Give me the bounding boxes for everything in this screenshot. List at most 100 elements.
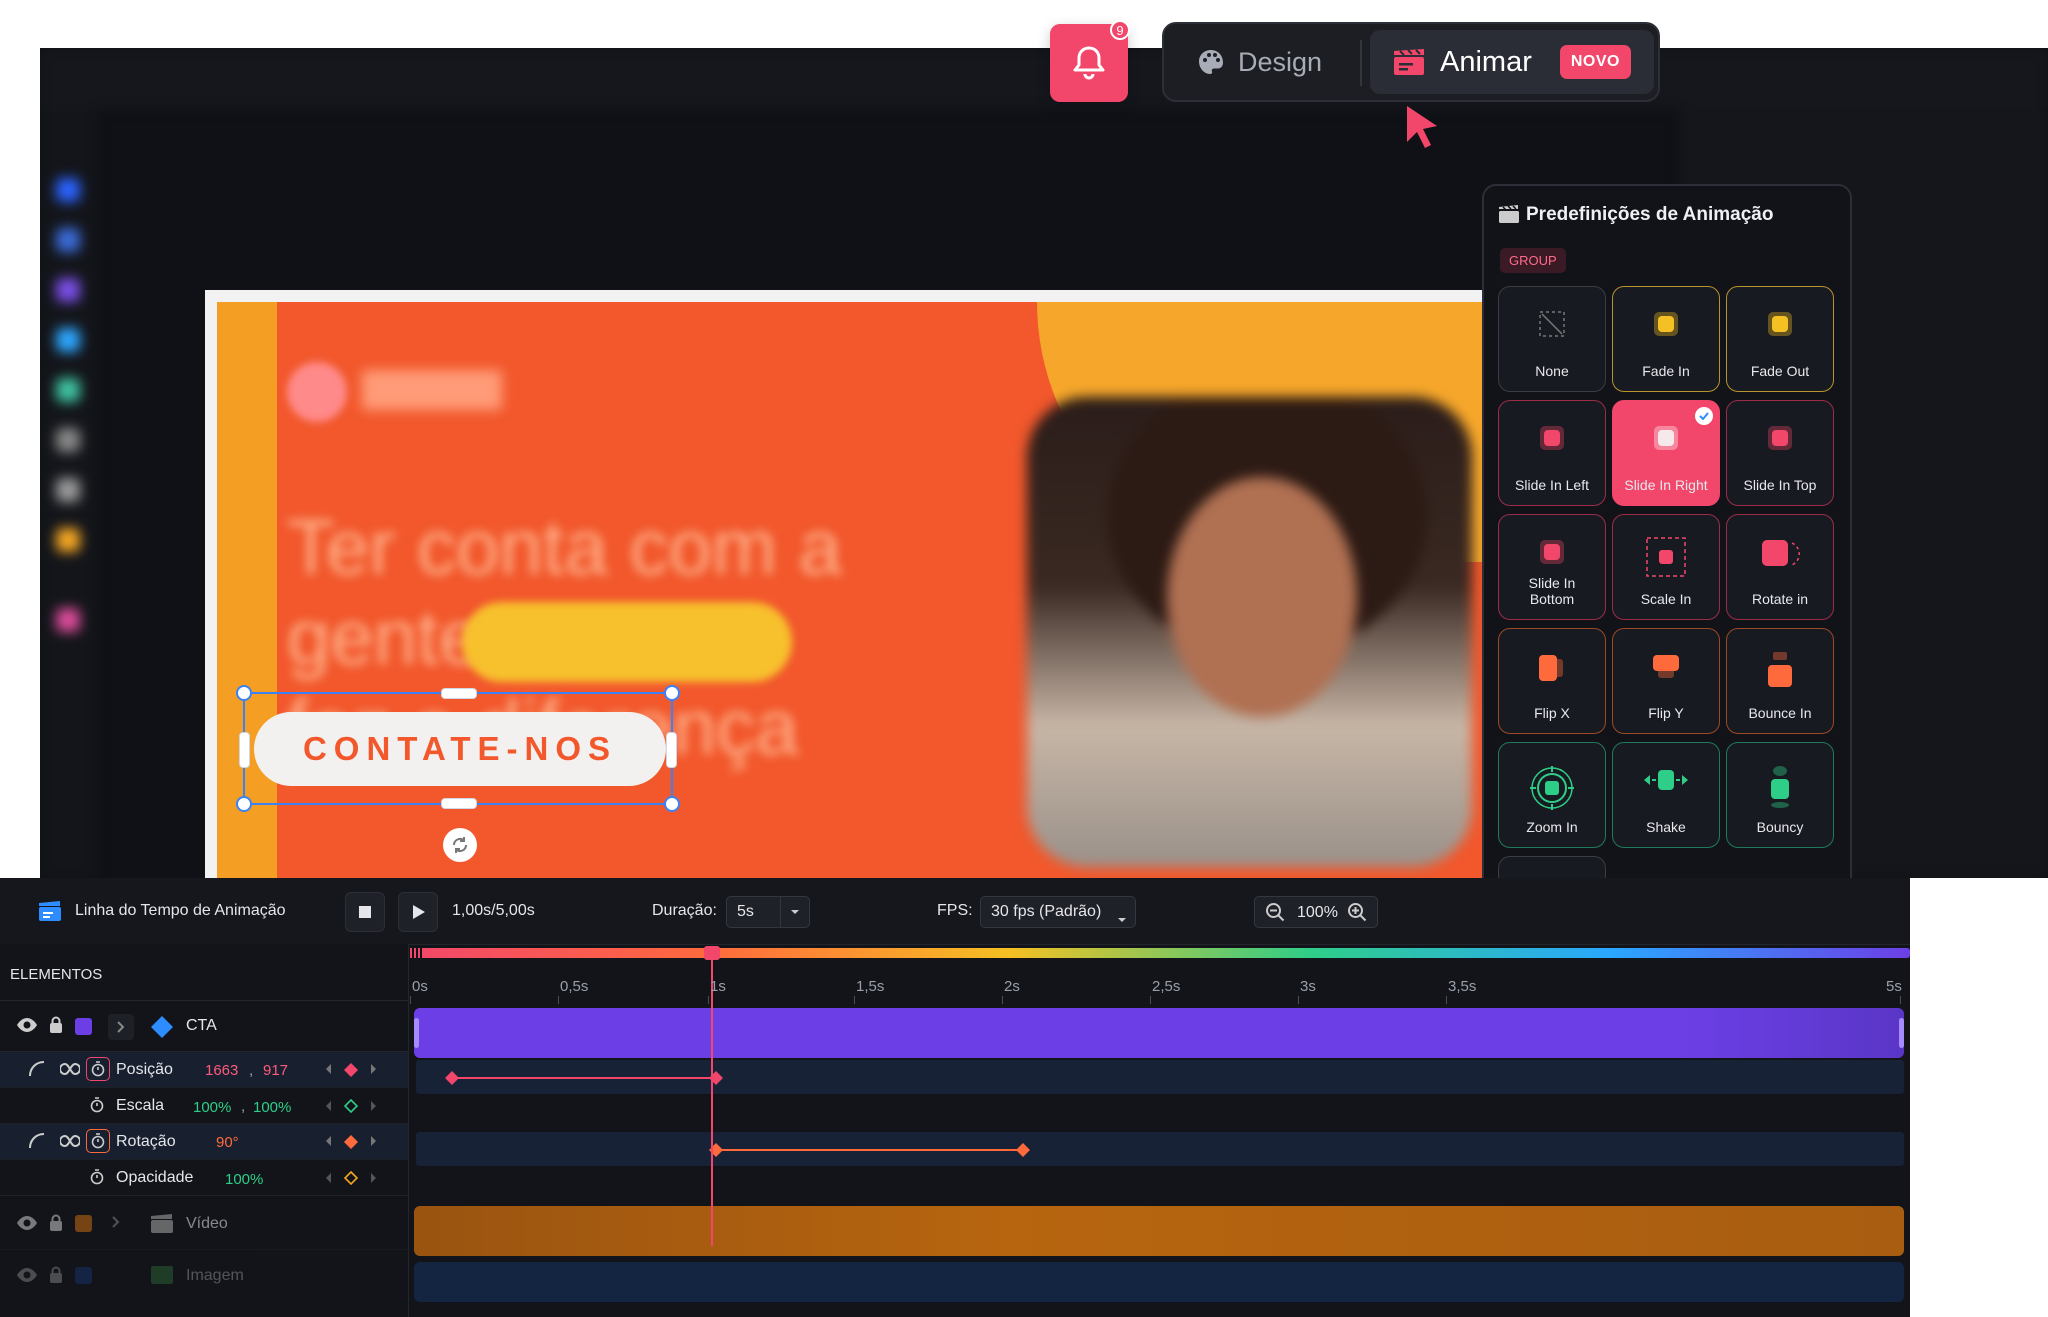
ruler-label: 2,5s [1152, 978, 1181, 995]
keyframe-diamond-icon[interactable] [344, 1063, 358, 1077]
stopwatch-icon[interactable] [86, 1129, 110, 1153]
ruler-tick [1900, 996, 1901, 1004]
novo-badge: NOVO [1559, 45, 1631, 79]
preset-flip-x[interactable]: Flip X [1498, 628, 1606, 734]
resize-handle-top-right[interactable] [664, 685, 680, 701]
resize-handle-bottom-right[interactable] [664, 796, 680, 812]
layer-row-video[interactable]: Vídeo [0, 1196, 408, 1250]
preset-slide-in-bottom[interactable]: Slide In Bottom [1498, 514, 1606, 620]
next-keyframe-icon[interactable] [371, 1136, 377, 1146]
layer-color-swatch[interactable] [75, 1215, 92, 1232]
eye-icon[interactable] [16, 1017, 38, 1033]
property-row-opacidade[interactable]: Opacidade 100% [0, 1160, 408, 1196]
preset-fade-out[interactable]: Fade Out [1726, 286, 1834, 392]
escala-x-value[interactable]: 100% [193, 1099, 231, 1116]
rotate-handle[interactable] [443, 828, 477, 862]
prev-keyframe-icon[interactable] [326, 1101, 332, 1111]
prev-keyframe-icon[interactable] [326, 1173, 332, 1183]
duration-select[interactable]: 5s [726, 896, 810, 928]
next-keyframe-icon[interactable] [371, 1101, 377, 1111]
preset-fade-in[interactable]: Fade In [1612, 286, 1720, 392]
property-row-rotacao[interactable]: Rotação 90° [0, 1124, 408, 1160]
keyframe-diamond-icon[interactable] [344, 1135, 358, 1149]
preset-slide-in-left[interactable]: Slide In Left [1498, 400, 1606, 506]
easing-curve-icon[interactable] [28, 1132, 46, 1150]
layer-row-cta[interactable]: CTA [0, 1002, 408, 1052]
stopwatch-icon[interactable] [90, 1097, 104, 1113]
chevron-right-icon[interactable] [108, 1014, 134, 1040]
eye-icon[interactable] [16, 1215, 38, 1231]
layer-color-swatch[interactable] [75, 1018, 92, 1035]
scale-in-icon [1646, 537, 1686, 582]
keyframe-rotacao-2 [1016, 1143, 1030, 1157]
preset-bounce-in[interactable]: Bounce In [1726, 628, 1834, 734]
easing-curve-icon[interactable] [28, 1060, 46, 1078]
stopwatch-icon[interactable] [86, 1057, 110, 1081]
preset-label: Shake [1646, 819, 1686, 835]
preset-zoom-in[interactable]: Zoom In [1498, 742, 1606, 848]
preset-slide-in-right[interactable]: Slide In Right [1612, 400, 1720, 506]
zoom-in-icon[interactable] [1347, 902, 1367, 927]
opacidade-value[interactable]: 100% [225, 1171, 263, 1188]
resize-handle-bottom-left[interactable] [236, 796, 252, 812]
preset-label: Flip Y [1648, 705, 1684, 721]
preset-flip-y[interactable]: Flip Y [1612, 628, 1720, 734]
tab-animar[interactable]: Animar NOVO [1370, 30, 1654, 94]
track-bar-imagem[interactable] [414, 1262, 1904, 1302]
selection-box[interactable] [236, 685, 680, 812]
prev-keyframe-icon[interactable] [326, 1136, 332, 1146]
shake-icon [1641, 765, 1691, 800]
preset-rotate-in[interactable]: Rotate in [1726, 514, 1834, 620]
preset-slide-in-top[interactable]: Slide In Top [1726, 400, 1834, 506]
fps-label: FPS: [937, 902, 973, 919]
preset-none[interactable]: None [1498, 286, 1606, 392]
escala-y-value[interactable]: 100% [253, 1099, 291, 1116]
eye-icon[interactable] [16, 1267, 38, 1283]
stop-button[interactable] [345, 892, 385, 932]
track-bar-video[interactable] [414, 1206, 1904, 1256]
clapperboard-icon [1498, 204, 1520, 229]
resize-handle-top-left[interactable] [236, 685, 252, 701]
image-icon [150, 1265, 174, 1285]
loop-icon[interactable] [60, 1062, 80, 1076]
stopwatch-icon[interactable] [90, 1169, 104, 1185]
preset-scale-in[interactable]: Scale In [1612, 514, 1720, 620]
layer-color-swatch[interactable] [75, 1267, 92, 1284]
property-row-posicao[interactable]: Posição 1663 , 917 [0, 1052, 408, 1088]
slide-right-icon [1651, 423, 1681, 458]
chevron-right-icon[interactable] [112, 1216, 120, 1228]
ruler-label: 0s [412, 978, 428, 995]
keyframe-diamond-empty-icon[interactable] [344, 1099, 358, 1113]
resize-handle-bottom[interactable] [441, 798, 477, 809]
zoom-out-icon[interactable] [1265, 902, 1285, 927]
posicao-y-value[interactable]: 917 [263, 1062, 288, 1079]
layer-row-imagem[interactable]: Imagem [0, 1250, 408, 1300]
timeline-title: Linha do Tempo de Animação [75, 902, 286, 919]
resize-handle-top[interactable] [441, 688, 477, 699]
preset-label: Slide In Top [1743, 477, 1817, 493]
fps-select[interactable]: 30 fps (Padrão) [980, 896, 1136, 928]
lock-icon[interactable] [49, 1214, 63, 1232]
prev-keyframe-icon[interactable] [326, 1064, 332, 1074]
next-keyframe-icon[interactable] [371, 1064, 377, 1074]
preset-bouncy[interactable]: Bouncy [1726, 742, 1834, 848]
tab-design[interactable]: Design [1174, 32, 1334, 92]
next-keyframe-icon[interactable] [371, 1173, 377, 1183]
lock-icon[interactable] [49, 1266, 63, 1284]
loop-icon[interactable] [60, 1134, 80, 1148]
property-row-escala[interactable]: Escala 100% , 100% [0, 1088, 408, 1124]
rotacao-value[interactable]: 90° [216, 1134, 239, 1151]
keyframe-diamond-empty-icon[interactable] [344, 1171, 358, 1185]
preset-label: Slide In Bottom [1528, 575, 1576, 607]
posicao-x-value[interactable]: 1663 [205, 1062, 238, 1079]
resize-handle-right[interactable] [666, 732, 677, 768]
ruler-tick [1150, 996, 1151, 1004]
resize-handle-left[interactable] [239, 732, 250, 768]
play-button[interactable] [398, 892, 438, 932]
preset-label: Flip X [1534, 705, 1570, 721]
time-readout: 1,00s/5,00s [452, 902, 535, 919]
bell-icon [1073, 46, 1105, 80]
chevron-down-icon [1117, 910, 1127, 928]
preset-shake[interactable]: Shake [1612, 742, 1720, 848]
lock-icon[interactable] [49, 1016, 63, 1034]
